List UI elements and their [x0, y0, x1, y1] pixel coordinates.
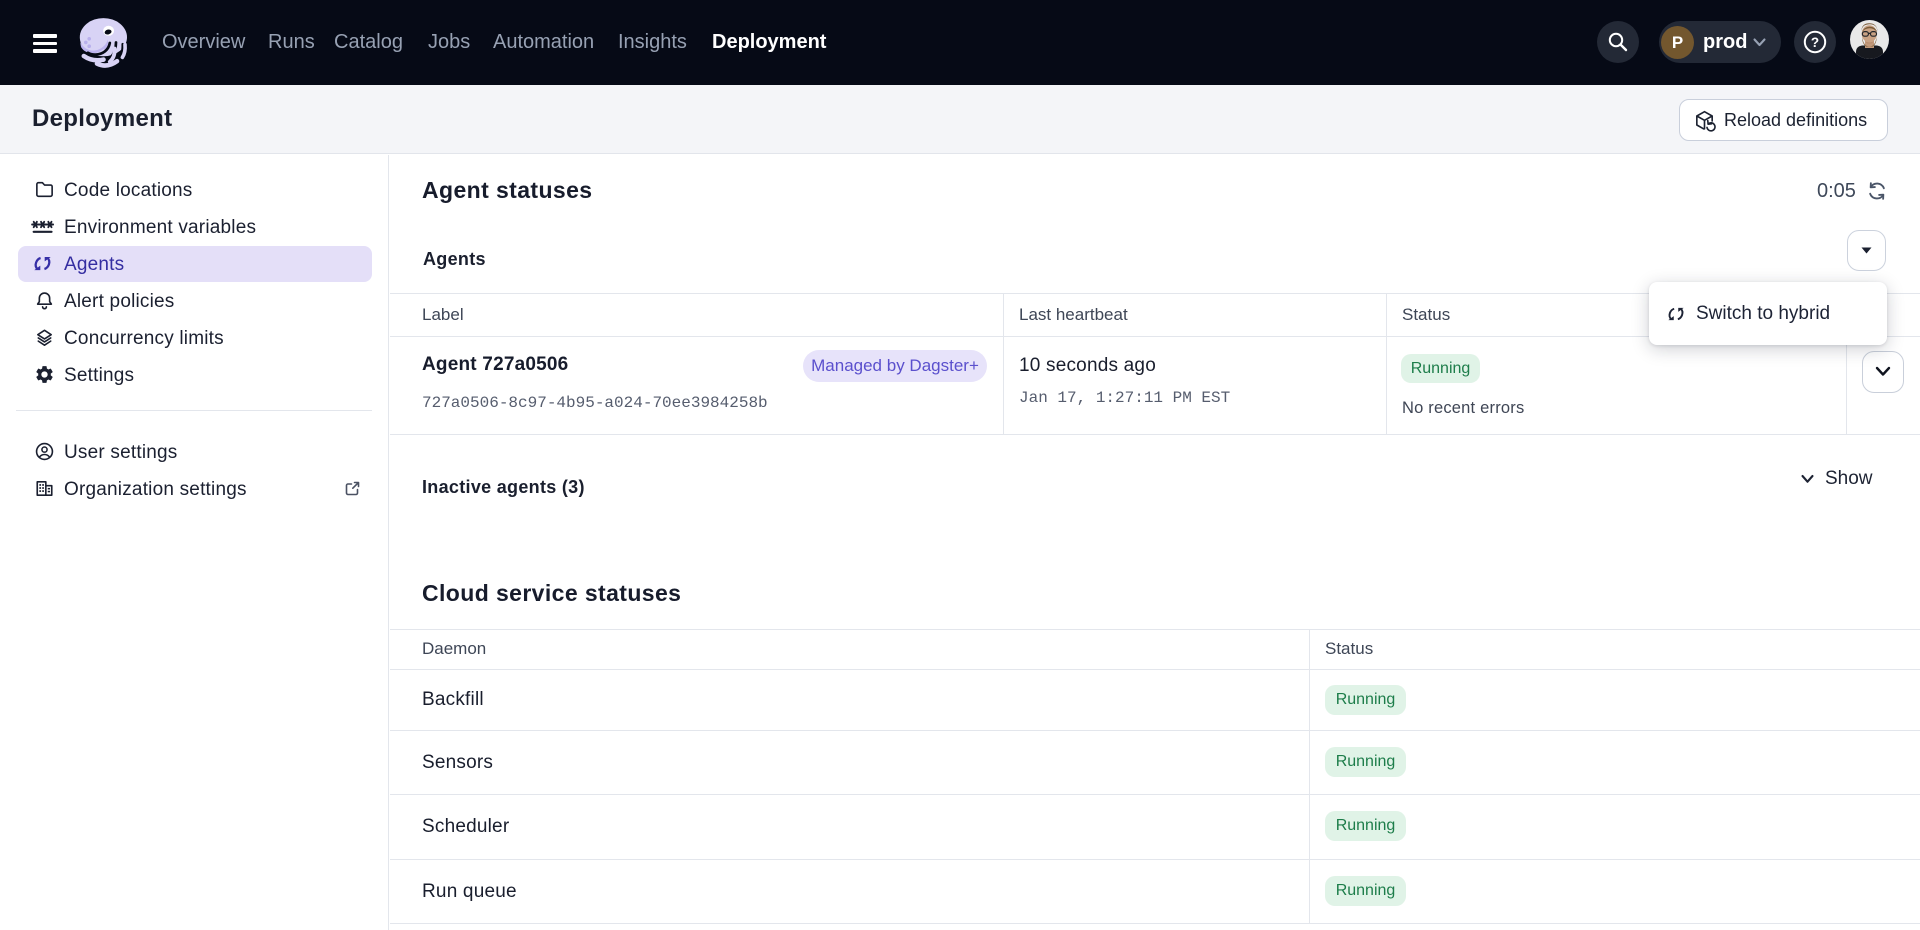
svg-text:?: ? — [1811, 35, 1819, 50]
